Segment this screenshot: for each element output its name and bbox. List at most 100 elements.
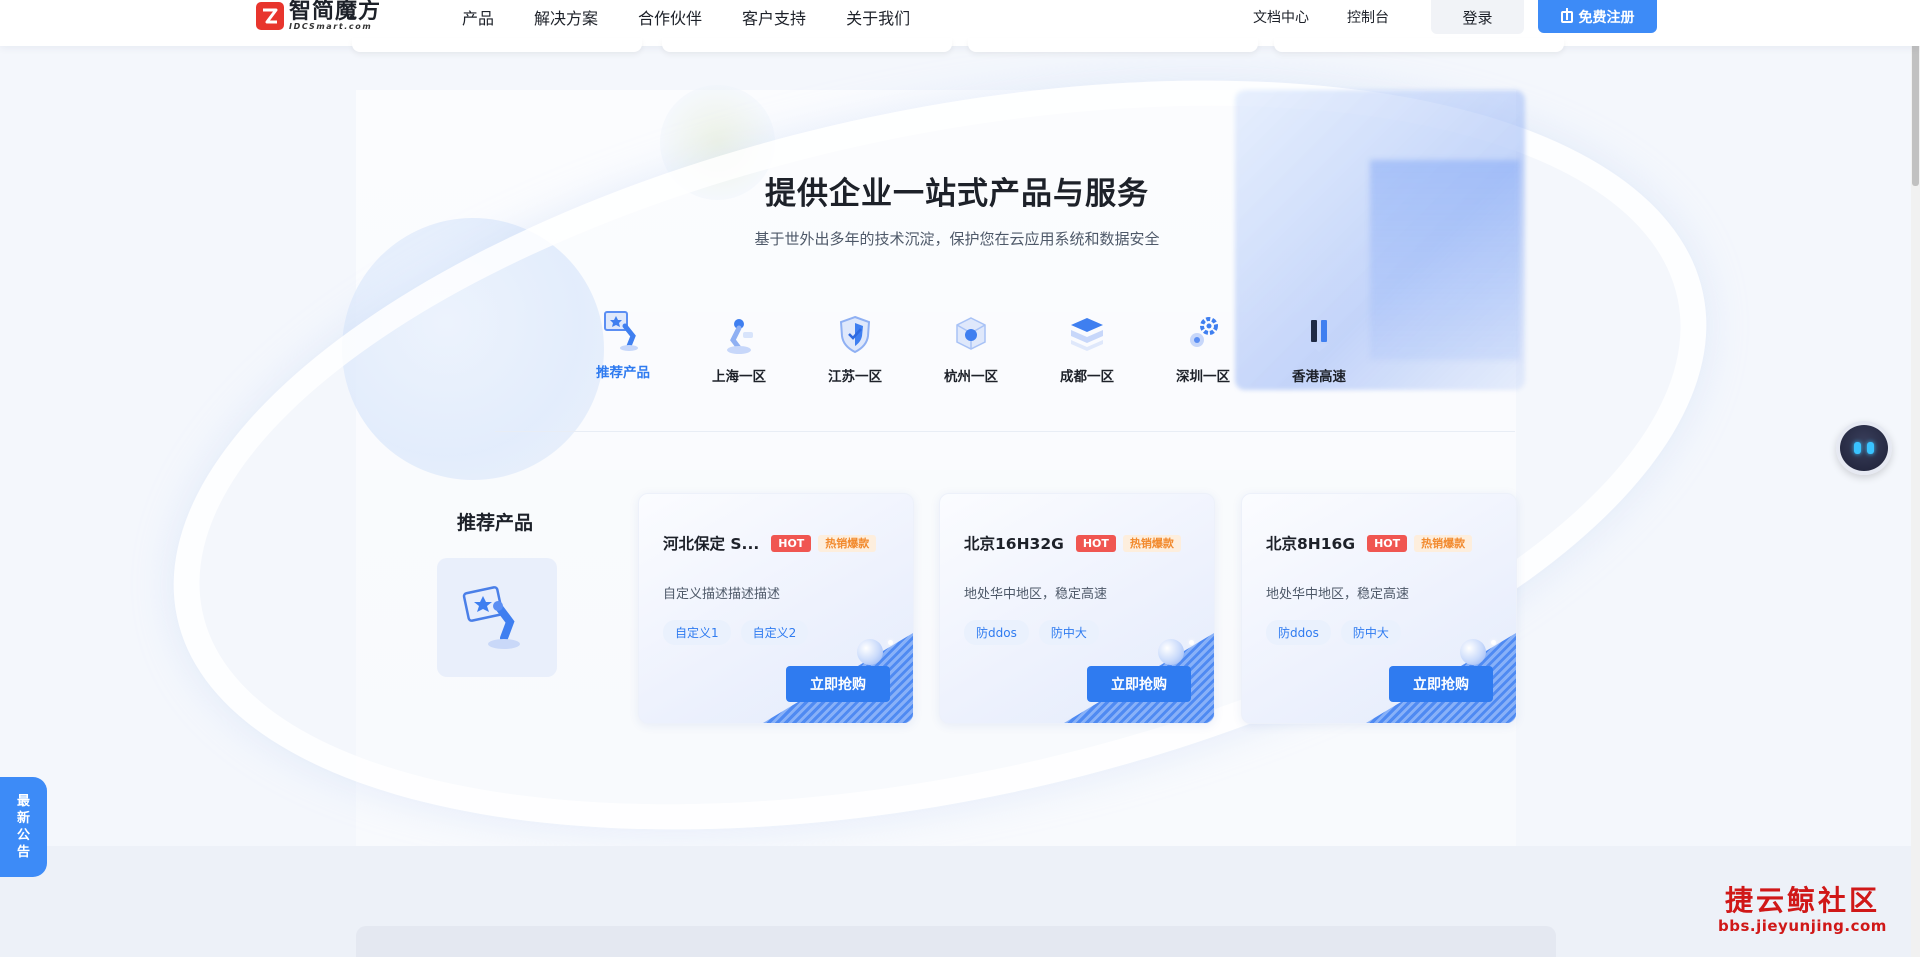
sparkle-icon bbox=[1491, 640, 1496, 645]
product-description: 自定义描述描述描述 bbox=[663, 587, 781, 602]
dropdown-edge bbox=[968, 38, 1258, 52]
card-decor-sphere bbox=[1158, 639, 1184, 665]
card-header: 河北保定 S... HOT 热销爆款 bbox=[663, 532, 877, 554]
section-title: 提供企业一站式产品与服务 bbox=[765, 176, 1149, 212]
register-label: 免费注册 bbox=[1578, 9, 1635, 26]
tab-recommended[interactable]: 推荐产品 bbox=[565, 304, 681, 385]
region-tabs: 推荐产品 上海一区 江苏一区 杭州一区 成都一区 深圳一区 香港高速 bbox=[565, 308, 1377, 385]
console-link[interactable]: 控制台 bbox=[1347, 7, 1389, 27]
tab-label: 杭州一区 bbox=[944, 369, 998, 385]
product-description: 地处华中地区，稳定高速 bbox=[964, 587, 1108, 602]
recommend-icon bbox=[458, 576, 536, 660]
logo-domain: IDCSmart.com bbox=[289, 22, 373, 31]
watermark-url: bbs.jieyunjing.com bbox=[1718, 917, 1887, 935]
nav-item-solutions[interactable]: 解决方案 bbox=[534, 5, 598, 29]
buy-now-button[interactable]: 立即抢购 bbox=[786, 666, 890, 702]
register-button[interactable]: 免费注册 bbox=[1538, 0, 1657, 33]
product-name: 北京8H16G bbox=[1266, 535, 1356, 553]
header-links: 文档中心 控制台 bbox=[1253, 7, 1389, 27]
hot-badge: HOT bbox=[1075, 534, 1116, 552]
tab-label: 江苏一区 bbox=[828, 369, 882, 385]
tab-label: 成都一区 bbox=[1060, 369, 1114, 385]
nav-item-partners[interactable]: 合作伙伴 bbox=[638, 5, 702, 29]
product-tag: 防中大 bbox=[1038, 620, 1099, 645]
logo-name: 智简魔方 bbox=[289, 0, 382, 24]
hot-badge: HOT bbox=[1367, 534, 1408, 552]
tabs-divider bbox=[495, 431, 1515, 432]
product-tag: 自定义2 bbox=[740, 620, 809, 645]
tab-hongkong[interactable]: 香港高速 bbox=[1261, 308, 1377, 385]
product-description: 地处华中地区，稳定高速 bbox=[1266, 587, 1410, 602]
footer-card bbox=[356, 926, 1556, 957]
server-stack-icon bbox=[1061, 308, 1113, 360]
sale-badge: 热销爆款 bbox=[1122, 534, 1181, 552]
tab-label: 香港高速 bbox=[1292, 369, 1346, 385]
main-nav: 产品 解决方案 合作伙伴 客户支持 关于我们 bbox=[462, 5, 910, 29]
watermark: 捷云鲸社区 bbs.jieyunjing.com bbox=[1718, 884, 1887, 936]
category-title: 推荐产品 bbox=[456, 512, 533, 534]
product-tags: 防ddos 防中大 bbox=[1266, 620, 1401, 645]
product-card[interactable]: 河北保定 S... HOT 热销爆款 自定义描述描述描述 自定义1 自定义2 立… bbox=[638, 493, 914, 724]
card-header: 北京16H32G HOT 热销爆款 bbox=[964, 532, 1181, 554]
footer-band bbox=[0, 846, 1920, 957]
product-name: 北京16H32G bbox=[964, 535, 1064, 553]
watermark-name: 捷云鲸社区 bbox=[1724, 884, 1880, 917]
section-subtitle: 基于世外出多年的技术沉淀，保护您在云应用系统和数据安全 bbox=[754, 230, 1160, 248]
notice-char: 新 bbox=[16, 811, 30, 826]
latest-notice-tab[interactable]: 最 新 公 告 bbox=[0, 777, 47, 877]
logo-mark-icon bbox=[256, 2, 284, 30]
nav-item-about[interactable]: 关于我们 bbox=[846, 5, 910, 29]
shield-icon bbox=[829, 308, 881, 360]
buy-now-button[interactable]: 立即抢购 bbox=[1389, 666, 1493, 702]
brand-logo[interactable]: 智简魔方 IDCSmart.com bbox=[256, 1, 381, 31]
notice-char: 公 bbox=[16, 828, 30, 843]
robot-eye-icon bbox=[1854, 442, 1861, 454]
buy-now-button[interactable]: 立即抢购 bbox=[1087, 666, 1191, 702]
tab-hangzhou[interactable]: 杭州一区 bbox=[913, 308, 1029, 385]
product-card[interactable]: 北京8H16G HOT 热销爆款 地处华中地区，稳定高速 防ddos 防中大 立… bbox=[1241, 493, 1517, 724]
decorative-arc bbox=[105, 0, 1775, 955]
gear-icon bbox=[1177, 308, 1229, 360]
docs-link[interactable]: 文档中心 bbox=[1253, 7, 1309, 27]
logo-text: 智简魔方 IDCSmart.com bbox=[289, 1, 381, 31]
category-tile bbox=[437, 558, 557, 677]
notice-char: 最 bbox=[16, 794, 30, 809]
tab-jiangsu[interactable]: 江苏一区 bbox=[797, 308, 913, 385]
tab-label: 推荐产品 bbox=[596, 365, 650, 381]
robot-eye-icon bbox=[1867, 442, 1874, 454]
product-card[interactable]: 北京16H32G HOT 热销爆款 地处华中地区，稳定高速 防ddos 防中大 … bbox=[939, 493, 1215, 724]
card-header: 北京8H16G HOT 热销爆款 bbox=[1266, 532, 1473, 554]
nav-item-products[interactable]: 产品 bbox=[462, 5, 494, 29]
hot-badge: HOT bbox=[771, 534, 812, 552]
chat-robot-button[interactable] bbox=[1836, 421, 1892, 475]
product-tags: 防ddos 防中大 bbox=[964, 620, 1099, 645]
product-tags: 自定义1 自定义2 bbox=[663, 620, 809, 645]
nav-item-support[interactable]: 客户支持 bbox=[742, 5, 806, 29]
dropdown-edge bbox=[352, 38, 642, 52]
tab-chengdu[interactable]: 成都一区 bbox=[1029, 308, 1145, 385]
product-name: 河北保定 S... bbox=[663, 535, 760, 553]
sale-badge: 热销爆款 bbox=[1414, 534, 1473, 552]
tab-label: 深圳一区 bbox=[1176, 369, 1230, 385]
robot-arm-icon bbox=[713, 308, 765, 360]
card-decor-sphere bbox=[857, 639, 883, 665]
background-decor bbox=[0, 0, 1920, 957]
tab-shenzhen[interactable]: 深圳一区 bbox=[1145, 308, 1261, 385]
product-tag: 自定义1 bbox=[663, 620, 731, 645]
dropdown-edge bbox=[1274, 38, 1564, 52]
product-tag: 防中大 bbox=[1340, 620, 1401, 645]
sale-badge: 热销爆款 bbox=[818, 534, 877, 552]
sparkle-icon bbox=[888, 640, 893, 645]
product-tag: 防ddos bbox=[964, 620, 1029, 645]
speed-icon bbox=[1293, 308, 1345, 360]
recommend-icon bbox=[597, 304, 649, 356]
notice-char: 告 bbox=[16, 845, 30, 860]
tab-label: 上海一区 bbox=[712, 369, 766, 385]
cube-icon bbox=[945, 308, 997, 360]
gift-icon bbox=[1560, 7, 1573, 23]
dropdown-edge bbox=[662, 38, 952, 52]
sparkle-icon bbox=[1189, 640, 1194, 645]
product-tag: 防ddos bbox=[1266, 620, 1331, 645]
tab-shanghai[interactable]: 上海一区 bbox=[681, 308, 797, 385]
login-button[interactable]: 登录 bbox=[1431, 0, 1524, 34]
